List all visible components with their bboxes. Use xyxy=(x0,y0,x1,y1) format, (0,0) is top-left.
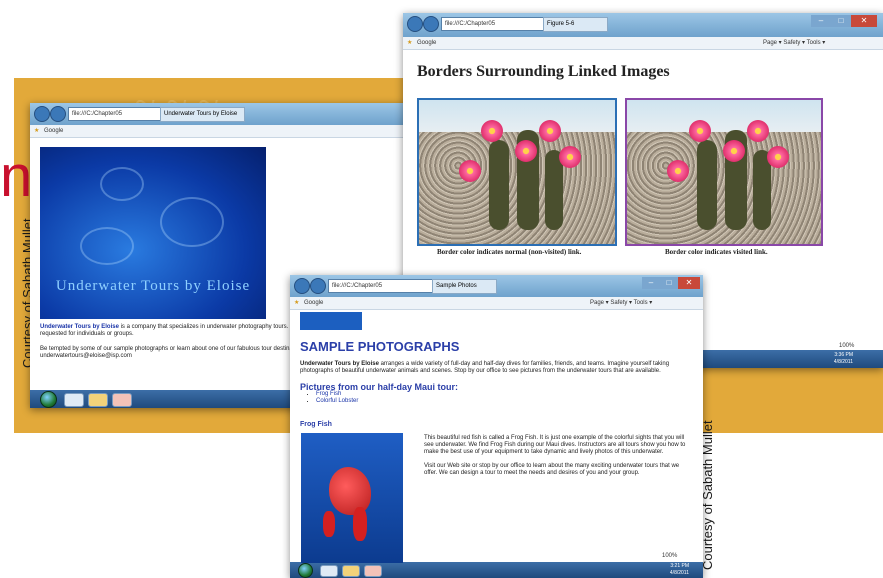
list-item[interactable]: Colorful Lobster xyxy=(316,398,358,405)
decorative-swirl xyxy=(80,227,134,265)
frog-fish-fin xyxy=(353,507,367,541)
favorites-star-icon[interactable]: ★ xyxy=(34,125,39,137)
clock-date: 4/8/2011 xyxy=(669,570,689,576)
decorative-swirl xyxy=(160,197,224,247)
list-item[interactable]: Frog Fish xyxy=(316,391,358,398)
frog-fish-image[interactable] xyxy=(301,433,403,563)
section-title: Frog Fish xyxy=(300,421,332,428)
cactus-flower xyxy=(723,140,745,162)
linked-image-normal[interactable] xyxy=(417,98,617,246)
close-button[interactable]: ✕ xyxy=(678,277,700,289)
photo-list: Frog Fish Colorful Lobster xyxy=(302,391,358,405)
title-bar: file:///C:/Chapter05 Figure 5-6 – □ ✕ xyxy=(403,13,883,37)
back-icon[interactable] xyxy=(34,106,50,122)
cactus-flower xyxy=(747,120,769,142)
title-bar: file:///C:/Chapter05 Underwater Tours by… xyxy=(30,103,410,125)
clock-time: 3:36 PM xyxy=(834,352,853,358)
address-bar[interactable]: file:///C:/Chapter05 xyxy=(68,107,161,121)
banner-title: Underwater Tours by Eloise xyxy=(55,278,251,294)
command-menu[interactable]: Page ▾ Safety ▾ Tools ▾ xyxy=(590,297,652,309)
favorites-star-icon[interactable]: ★ xyxy=(407,37,412,49)
list-link[interactable]: Colorful Lobster xyxy=(316,398,358,404)
command-bar: ★ Google xyxy=(30,125,410,138)
media-taskbar-icon[interactable] xyxy=(364,565,382,577)
decorative-swirl xyxy=(100,167,144,201)
caption-normal: Border color indicates normal (non-visit… xyxy=(437,248,582,256)
address-bar[interactable]: file:///C:/Chapter05 xyxy=(328,279,433,293)
folder-taskbar-icon[interactable] xyxy=(342,565,360,577)
page-heading: Borders Surrounding Linked Images xyxy=(417,63,670,80)
cactus-flower xyxy=(667,160,689,182)
back-icon[interactable] xyxy=(407,16,423,32)
clock-date: 4/8/2011 xyxy=(833,359,853,365)
company-name: Underwater Tours by Eloise xyxy=(300,361,379,367)
minimize-button[interactable]: – xyxy=(642,277,660,289)
clock-time: 3:21 PM xyxy=(670,563,689,569)
maximize-button[interactable]: □ xyxy=(660,277,678,289)
company-name: Underwater Tours by Eloise xyxy=(40,324,119,330)
cactus-flower xyxy=(539,120,561,142)
cactus-flower xyxy=(767,146,789,168)
cactus-stem xyxy=(489,140,509,230)
tab-active[interactable]: Underwater Tours by Eloise xyxy=(160,107,245,122)
start-orb-icon[interactable] xyxy=(298,563,313,578)
tab-active[interactable]: Sample Photos xyxy=(432,279,497,294)
page-heading: SAMPLE PHOTOGRAPHS xyxy=(300,339,460,354)
command-bar: ★ Google Page ▾ Safety ▾ Tools ▾ xyxy=(403,37,883,50)
media-taskbar-icon[interactable] xyxy=(112,393,132,407)
frog-fish-fin xyxy=(323,511,335,537)
back-icon[interactable] xyxy=(294,278,310,294)
forward-icon[interactable] xyxy=(423,16,439,32)
cactus-flower xyxy=(559,146,581,168)
cactus-flower xyxy=(515,140,537,162)
cactus-stem xyxy=(697,140,717,230)
forward-icon[interactable] xyxy=(310,278,326,294)
ie-taskbar-icon[interactable] xyxy=(64,393,84,407)
maximize-button[interactable]: □ xyxy=(831,15,851,27)
command-menu[interactable]: Page ▾ Safety ▾ Tools ▾ xyxy=(763,37,825,49)
favorites-item[interactable]: Google xyxy=(44,125,63,137)
favorites-item[interactable]: Google xyxy=(417,37,436,49)
logo-thumbnail[interactable] xyxy=(300,312,362,330)
image-sky xyxy=(627,100,821,132)
title-bar: file:///C:/Chapter05 Sample Photos – □ ✕ xyxy=(290,275,703,297)
intro-paragraph: Underwater Tours by Eloise arranges a wi… xyxy=(300,361,694,375)
address-bar[interactable]: file:///C:/Chapter05 xyxy=(441,17,544,31)
zoom-level[interactable]: 100% xyxy=(662,553,677,559)
underwater-banner-image[interactable]: Underwater Tours by Eloise xyxy=(40,147,266,319)
accent-glyph: n xyxy=(0,144,33,209)
visit-paragraph: Visit our Web site or stop by our office… xyxy=(424,463,680,476)
taskbar: 3:21 PM 4/8/2011 xyxy=(290,562,703,578)
ie-taskbar-icon[interactable] xyxy=(320,565,338,577)
zoom-level[interactable]: 100% xyxy=(839,343,854,349)
favorites-star-icon[interactable]: ★ xyxy=(294,297,299,309)
image-sky xyxy=(419,100,615,132)
favorites-item[interactable]: Google xyxy=(304,297,323,309)
tab-active[interactable]: Figure 5-6 xyxy=(543,17,608,32)
frog-fish-description: This beautiful red fish is called a Frog… xyxy=(424,435,686,455)
caption-visited: Border color indicates visited link. xyxy=(665,248,768,256)
list-link[interactable]: Frog Fish xyxy=(316,391,341,397)
linked-image-visited[interactable] xyxy=(625,98,823,246)
folder-taskbar-icon[interactable] xyxy=(88,393,108,407)
close-button[interactable]: ✕ xyxy=(851,15,877,27)
cactus-flower xyxy=(481,120,503,142)
start-orb-icon[interactable] xyxy=(40,391,57,408)
cactus-flower xyxy=(459,160,481,182)
frog-fish xyxy=(329,467,371,515)
forward-icon[interactable] xyxy=(50,106,66,122)
cactus-flower xyxy=(689,120,711,142)
command-bar: ★ Google Page ▾ Safety ▾ Tools ▾ xyxy=(290,297,703,310)
minimize-button[interactable]: – xyxy=(811,15,831,27)
